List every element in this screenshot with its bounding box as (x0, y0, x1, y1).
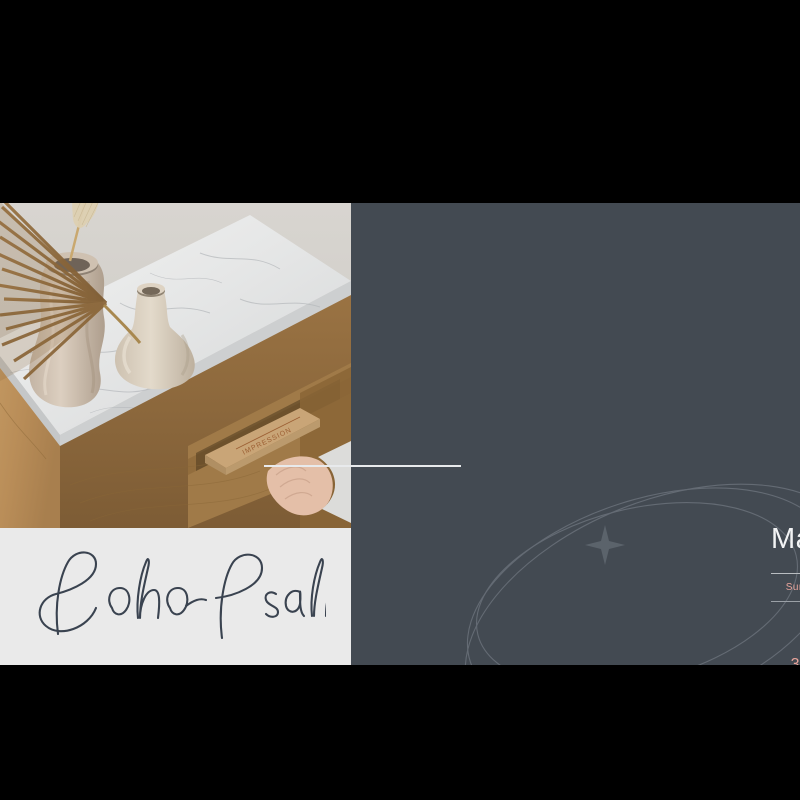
brand-signature (0, 528, 351, 665)
weekday-sun: Sun (785, 582, 800, 593)
left-column: IMPRESSION (0, 203, 351, 665)
date-cells: 1234567891011121314151617181920212223242… (771, 602, 800, 665)
accent-rule (264, 465, 461, 467)
calendar-grid: SunMonTueWedThuFriSat 123456789101112131… (771, 573, 800, 665)
brand-signature-artwork (38, 550, 326, 639)
signature-plate (0, 528, 351, 665)
panel-content: “ As the calendar turns, remember that y… (351, 203, 800, 665)
month-name: March (771, 523, 800, 555)
date-cell-empty (771, 608, 800, 646)
month-year-row: March 2024 (771, 523, 800, 556)
hero-photo-artwork: IMPRESSION (0, 203, 351, 528)
calendar-card: IMPRESSION M Su 3 (0, 203, 800, 665)
hero-photo: IMPRESSION (0, 203, 351, 528)
calendar-panel: “ As the calendar turns, remember that y… (351, 203, 800, 665)
date-cell-3[interactable]: 3 (771, 646, 800, 665)
weekday-header-row: SunMonTueWedThuFriSat (771, 574, 800, 601)
